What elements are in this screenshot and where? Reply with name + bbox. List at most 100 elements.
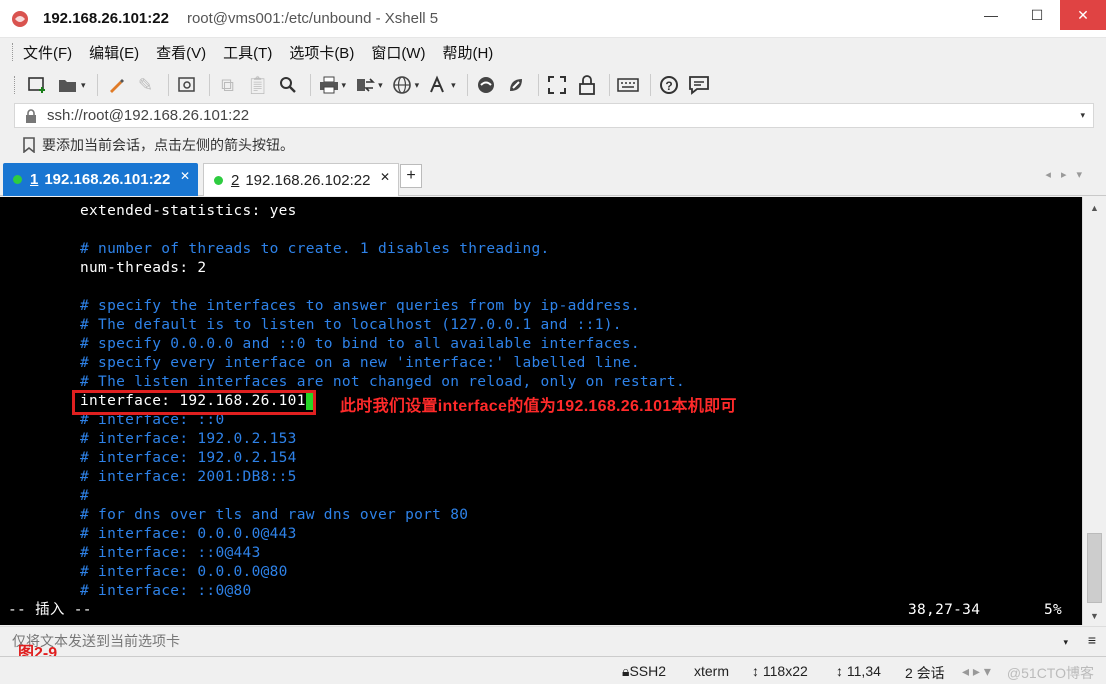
connected-status-icon xyxy=(13,175,22,184)
menu-view[interactable]: 查看(V) xyxy=(156,42,206,63)
globe-dropdown-icon[interactable]: ▾ xyxy=(415,80,420,91)
terminal-line: # interface: 192.0.2.153 xyxy=(80,431,297,447)
tab-number: 1 xyxy=(30,171,39,188)
address-text[interactable]: ssh://root@192.168.26.101:22 xyxy=(47,107,249,124)
font-icon[interactable] xyxy=(425,72,451,98)
transfer-dropdown-icon[interactable]: ▾ xyxy=(378,80,383,91)
menu-grip xyxy=(12,43,15,61)
terminal-size: ↕ 118x22 xyxy=(752,663,808,679)
terminal-line: # interface: 192.0.2.154 xyxy=(80,450,297,466)
terminal-scrollbar[interactable]: ▲ ▼ xyxy=(1082,197,1106,625)
vim-scroll-percent: 5% xyxy=(1044,602,1063,618)
toolbar: ▾ ✎ ⧉ 📋︎ ▾ ▾ ▾ ▾ ? xyxy=(0,67,1106,103)
connected-status-icon xyxy=(214,175,223,185)
terminal-type: xterm xyxy=(694,663,729,679)
compose-bar[interactable]: 仅将文本发送到当前选项卡 ▾ ≡ xyxy=(0,626,1106,654)
terminal-line: # interface: 0.0.0.0@80 xyxy=(80,564,288,580)
tab-close-icon[interactable]: ✕ xyxy=(380,170,390,184)
toolbar-grip xyxy=(14,76,17,94)
cursor-position: ↕ 11,34 xyxy=(836,663,881,679)
cursor-icon: ↕ xyxy=(836,663,847,679)
session-nav-arrows-icon[interactable]: ◂ ▸ ▾ xyxy=(962,663,991,680)
tab-bar: 1 192.168.26.101:22 ✕ 2 192.168.26.102:2… xyxy=(0,160,1106,196)
xftp-icon[interactable] xyxy=(473,72,499,98)
terminal-line: # xyxy=(80,488,90,504)
add-tab-button[interactable]: + xyxy=(400,164,422,188)
terminal-size-label: 118x22 xyxy=(762,663,808,679)
copy-icon: ⧉ xyxy=(221,74,234,95)
bookmark-arrow-icon[interactable] xyxy=(22,137,36,153)
print-icon[interactable] xyxy=(316,72,342,98)
terminal-line: # for dns over tls and raw dns over port… xyxy=(80,507,469,523)
scroll-thumb[interactable] xyxy=(1087,533,1102,603)
keyboard-icon[interactable] xyxy=(615,72,641,98)
help-icon[interactable]: ? xyxy=(656,72,682,98)
terminal-line: # The default is to listen to localhost … xyxy=(80,317,622,333)
globe-icon[interactable] xyxy=(389,72,415,98)
compose-dropdown-icon[interactable]: ▾ xyxy=(1063,637,1068,648)
terminal-line: # interface: ::0@443 xyxy=(80,545,261,561)
highlight-box xyxy=(72,390,316,415)
menu-tools[interactable]: 工具(T) xyxy=(223,42,272,63)
terminal-line: # specify every interface on a new 'inte… xyxy=(80,355,640,371)
terminal-line: # interface: 2001:DB8::5 xyxy=(80,469,297,485)
session-hint-bar: 要添加当前会话，点击左侧的箭头按钮。 xyxy=(0,132,1106,158)
cursor-position-label: 11,34 xyxy=(846,663,881,679)
tab-scroll-arrows-icon[interactable]: ◂▸▾ xyxy=(1045,168,1092,181)
tab-session-1[interactable]: 1 192.168.26.101:22 ✕ xyxy=(3,163,198,196)
window-title-host: 192.168.26.101:22 xyxy=(43,10,169,27)
watermark-text: @51CTO博客 xyxy=(1006,665,1094,681)
protocol-label: SSH2 xyxy=(629,663,667,679)
terminal-line: # number of threads to create. 1 disable… xyxy=(80,241,550,257)
chat-icon[interactable] xyxy=(686,72,712,98)
print-dropdown-icon[interactable]: ▾ xyxy=(342,80,347,91)
scroll-up-icon[interactable]: ▲ xyxy=(1090,203,1099,213)
find-icon[interactable] xyxy=(275,72,301,98)
menu-file[interactable]: 文件(F) xyxy=(23,42,72,63)
minimize-button[interactable]: — xyxy=(968,0,1014,30)
terminal[interactable]: extended-statistics: yes # number of thr… xyxy=(0,197,1082,625)
tab-close-icon[interactable]: ✕ xyxy=(180,169,190,183)
menu-window[interactable]: 窗口(W) xyxy=(371,42,425,63)
tab-label: 192.168.26.101:22 xyxy=(44,171,171,188)
address-dropdown-icon[interactable]: ▾ xyxy=(1080,110,1085,121)
status-bar: 🔒︎SSH2 xterm ↕ 118x22 ↕ 11,34 2 会话 ◂ ▸ ▾… xyxy=(0,656,1106,684)
open-folder-icon[interactable] xyxy=(55,72,81,98)
window-title: root@vms001:/etc/unbound - Xshell 5 xyxy=(186,10,439,27)
lock-icon[interactable] xyxy=(574,72,600,98)
menu-edit[interactable]: 编辑(E) xyxy=(89,42,139,63)
tab-label: 192.168.26.102:22 xyxy=(245,171,371,189)
terminal-line: num-threads: 2 xyxy=(80,260,207,276)
terminal-line: extended-statistics: yes xyxy=(80,203,297,219)
menu-bar: 文件(F) 编辑(E) 查看(V) 工具(T) 选项卡(B) 窗口(W) 帮助(… xyxy=(0,38,1106,66)
menu-help[interactable]: 帮助(H) xyxy=(442,42,493,63)
font-dropdown-icon[interactable]: ▾ xyxy=(451,80,456,91)
menu-tabs[interactable]: 选项卡(B) xyxy=(289,42,354,63)
protocol-status: 🔒︎SSH2 xyxy=(622,663,666,680)
terminal-line: # specify 0.0.0.0 and ::0 to bind to all… xyxy=(80,336,640,352)
new-session-icon[interactable] xyxy=(25,72,51,98)
tab-session-2[interactable]: 2 192.168.26.102:22 ✕ xyxy=(203,163,399,196)
terminal-line: # interface: ::0@80 xyxy=(80,583,252,599)
pen-disabled-icon: ✎ xyxy=(137,74,154,95)
close-button[interactable]: ✕ xyxy=(1060,0,1106,30)
open-dropdown-icon[interactable]: ▾ xyxy=(81,80,86,91)
properties-icon[interactable] xyxy=(174,72,200,98)
vim-mode-indicator: -- 插入 -- xyxy=(8,602,92,618)
address-bar[interactable]: ssh://root@192.168.26.101:22 ▾ xyxy=(14,103,1094,128)
pen-icon[interactable] xyxy=(103,72,129,98)
fullscreen-icon[interactable] xyxy=(544,72,570,98)
xshell-app-icon xyxy=(9,8,31,30)
terminal-line: # specify the interfaces to answer queri… xyxy=(80,298,640,314)
annotation-text: 此时我们设置interface的值为192.168.26.101本机即可 xyxy=(340,398,737,415)
transfer-icon[interactable] xyxy=(352,72,378,98)
title-bar: 192.168.26.101:22 root@vms001:/etc/unbou… xyxy=(0,0,1106,38)
scroll-down-icon[interactable]: ▼ xyxy=(1090,611,1099,621)
paste-icon: 📋︎ xyxy=(246,74,269,95)
xmanager-icon[interactable] xyxy=(503,72,529,98)
svg-text:?: ? xyxy=(665,79,672,93)
tab-number: 2 xyxy=(231,171,240,189)
compose-menu-icon[interactable]: ≡ xyxy=(1088,632,1096,648)
hint-text: 要添加当前会话，点击左侧的箭头按钮。 xyxy=(42,137,294,153)
maximize-button[interactable]: ☐ xyxy=(1014,0,1060,30)
